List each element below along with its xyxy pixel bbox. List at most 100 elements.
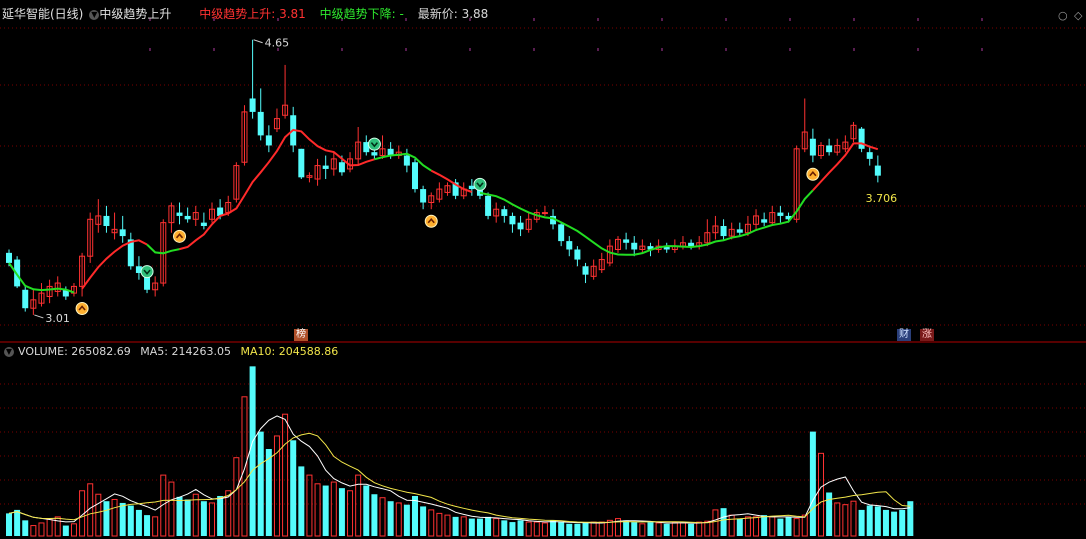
- candle-body: [826, 145, 833, 153]
- volume-bar: [874, 506, 881, 536]
- volume-bar: [420, 506, 427, 536]
- volume-bar: [769, 516, 776, 537]
- volume-bar: [257, 431, 264, 536]
- volume-bar: [436, 512, 443, 537]
- volume-ma10-line: [8, 432, 911, 524]
- volume-bar: [379, 497, 386, 537]
- last-price-label: 3.706: [866, 192, 898, 205]
- price-annotation-pointer: [253, 39, 263, 44]
- high-price-label: 4.65: [265, 37, 290, 50]
- volume-bar: [558, 522, 565, 536]
- candle-body: [265, 135, 272, 146]
- volume-bar: [809, 431, 816, 536]
- volume-bar: [753, 516, 760, 537]
- candle-body: [541, 212, 548, 215]
- candle-body: [566, 241, 573, 250]
- panel-diamond-icon[interactable]: ◇: [1074, 9, 1082, 22]
- candle-body: [257, 111, 264, 136]
- volume-bar: [70, 523, 77, 537]
- volume-bar: [582, 522, 589, 536]
- volume-bar: [476, 518, 483, 536]
- volume-bar: [119, 502, 126, 536]
- volume-bar: [663, 523, 670, 536]
- volume-bar: [38, 522, 45, 537]
- volume-bar: [574, 523, 581, 536]
- volume-bar: [696, 521, 703, 537]
- volume-bar: [249, 366, 256, 536]
- volume-bar: [671, 521, 678, 537]
- volume-bar: [428, 509, 435, 537]
- candle-body: [777, 212, 784, 216]
- volume-bar: [550, 520, 557, 536]
- candle-body: [501, 209, 508, 216]
- volume-bar: [363, 485, 370, 536]
- volume-bar: [736, 518, 743, 536]
- volume-bar: [712, 509, 719, 537]
- volume-bar: [111, 498, 118, 537]
- volume-bar: [452, 516, 459, 536]
- volume-bar: [704, 520, 711, 537]
- candle-body: [761, 219, 768, 223]
- candle-body: [858, 128, 865, 149]
- limit-up-flag[interactable]: 涨: [920, 329, 934, 341]
- volume-bar: [720, 508, 727, 536]
- price-header: 延华智能(日线) ▼ 中级趋势上升 中级趋势上升: 3.81 中级趋势下降: - 最…: [0, 0, 488, 28]
- volume-bar: [493, 518, 500, 537]
- volume-bar: [192, 493, 199, 537]
- candle-body: [22, 289, 29, 309]
- volume-bar: [209, 502, 215, 537]
- volume-bar: [338, 488, 345, 536]
- panel-minimize-icon[interactable]: ○: [1058, 9, 1068, 22]
- volume-bar: [679, 522, 686, 537]
- buy-signal-icon: [173, 229, 187, 243]
- price-annotation-pointer: [34, 314, 44, 319]
- trend-up-line: [179, 128, 375, 251]
- volume-bar: [168, 481, 175, 537]
- volume-dropdown-icon[interactable]: ▼: [4, 347, 14, 357]
- candle-body: [249, 98, 256, 112]
- candle-body: [119, 229, 126, 237]
- volume-bar: [834, 502, 841, 537]
- indicator-name[interactable]: 中级趋势上升: [99, 7, 171, 21]
- volume-bar: [152, 516, 159, 537]
- candle-body: [371, 152, 378, 156]
- volume-value: 265082.69: [71, 345, 131, 358]
- volume-bar: [395, 502, 402, 537]
- candle-body: [720, 226, 727, 237]
- volume-bar: [30, 525, 37, 537]
- candle-body: [6, 252, 12, 263]
- volume-bar: [314, 483, 321, 537]
- volume-bar: [330, 481, 337, 537]
- candle-body: [412, 162, 418, 190]
- volume-bar: [818, 452, 824, 537]
- sell-signal-icon: [367, 137, 381, 151]
- volume-bar: [468, 518, 475, 536]
- volume-bar: [598, 521, 605, 537]
- stock-chart[interactable]: 4.65 3.01 3.706: [0, 0, 1086, 539]
- sell-signal-icon: [140, 265, 154, 279]
- volume-bar: [647, 522, 654, 536]
- volume-bar: [282, 413, 289, 537]
- trend-down-legend: 中级趋势下降: -: [319, 7, 404, 21]
- volume-bar: [623, 520, 630, 536]
- volume-bar: [801, 514, 808, 537]
- dragon-tiger-flag[interactable]: 榜: [294, 329, 308, 341]
- indicator-dropdown-icon[interactable]: ▼: [89, 9, 100, 20]
- volume-bar: [785, 516, 792, 536]
- volume-bar: [103, 501, 110, 536]
- volume-bar: [306, 474, 313, 537]
- volume-bar: [655, 522, 662, 537]
- volume-bar: [412, 495, 418, 536]
- volume-bar: [858, 509, 865, 536]
- volume-bar: [891, 511, 898, 536]
- volume-bar: [347, 490, 354, 537]
- volume-bar: [298, 466, 305, 536]
- volume-bar: [842, 504, 849, 537]
- finance-flag[interactable]: 财: [897, 329, 911, 341]
- buy-signal-icon: [75, 301, 89, 315]
- volume-bar: [501, 520, 508, 536]
- trend-down-line: [374, 152, 432, 172]
- candle-body: [874, 165, 881, 176]
- volume-bar: [882, 509, 889, 536]
- volume-bar: [850, 500, 857, 537]
